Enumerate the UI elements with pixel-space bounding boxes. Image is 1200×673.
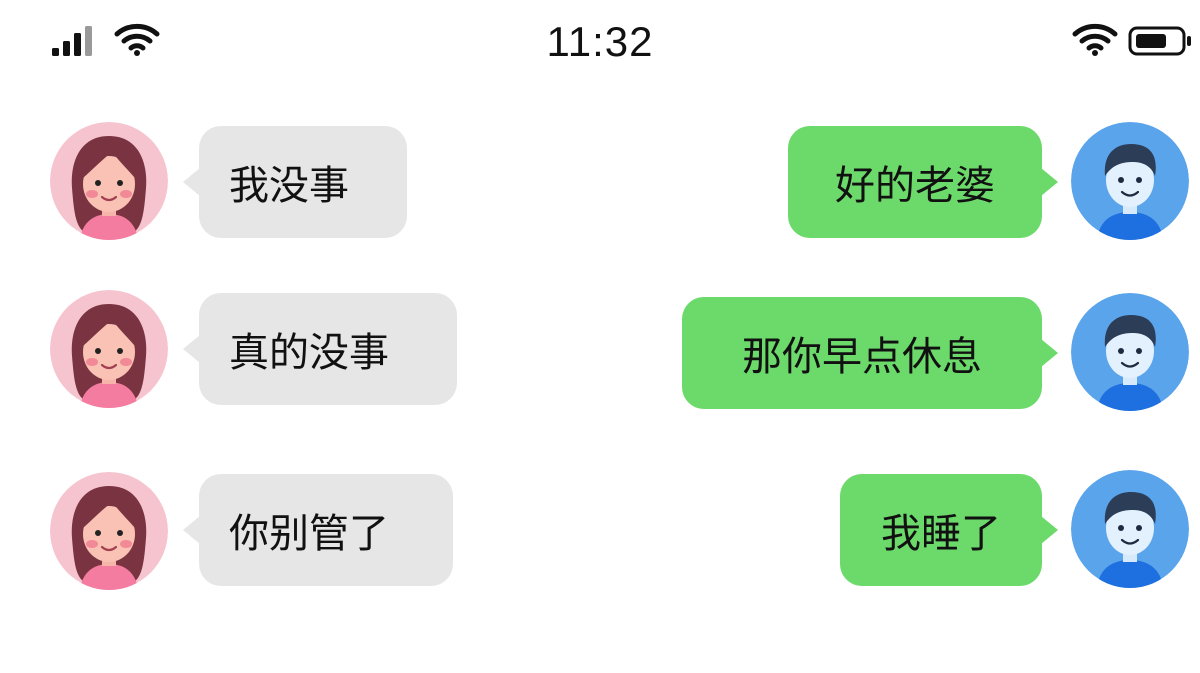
status-bar: 11:32 xyxy=(0,0,1200,90)
message-bubble-incoming[interactable]: 你别管了 xyxy=(183,474,453,586)
message-text: 我没事 xyxy=(229,163,349,209)
message-text: 那你早点休息 xyxy=(742,334,982,380)
message-bubble-outgoing[interactable]: 那你早点休息 xyxy=(682,297,1058,409)
message-text: 好的老婆 xyxy=(835,163,995,209)
message-text: 你别管了 xyxy=(229,511,389,557)
message-text: 我睡了 xyxy=(881,511,1001,557)
male-avatar-icon[interactable] xyxy=(1071,122,1189,240)
message-bubble-outgoing[interactable]: 我睡了 xyxy=(840,474,1058,586)
female-avatar-icon[interactable] xyxy=(50,122,168,240)
battery-icon xyxy=(1128,26,1191,56)
message-bubble-incoming[interactable]: 真的没事 xyxy=(183,293,457,405)
wifi-icon xyxy=(1072,23,1118,56)
female-avatar-icon[interactable] xyxy=(50,472,168,590)
message-bubble-outgoing[interactable]: 好的老婆 xyxy=(788,126,1058,238)
message-text: 真的没事 xyxy=(229,330,389,376)
male-avatar-icon[interactable] xyxy=(1071,293,1189,411)
male-avatar-icon[interactable] xyxy=(1071,470,1189,588)
status-time: 11:32 xyxy=(546,18,654,65)
female-avatar-icon[interactable] xyxy=(50,290,168,408)
message-bubble-incoming[interactable]: 我没事 xyxy=(183,126,407,238)
